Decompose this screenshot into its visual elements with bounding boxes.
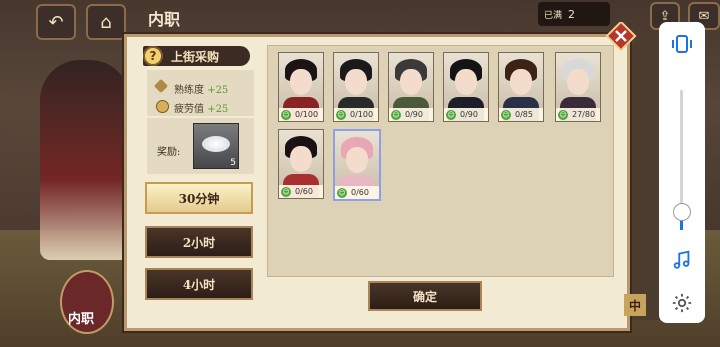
fatigue-value: 0/100 (350, 110, 374, 119)
mood-icon: ☺ (281, 186, 291, 197)
fatigue-strip: ☺ 0/85 (499, 108, 543, 121)
vibrate-icon (672, 35, 692, 53)
vibrate-toggle[interactable] (668, 30, 696, 58)
character-card[interactable]: ☺ 0/90 (443, 52, 489, 122)
music-note-icon (673, 250, 690, 269)
duration-30min-button[interactable]: 30分钟 (145, 182, 253, 214)
inner-duty-label: 内职 (68, 312, 95, 327)
fatigue-strip: ☺ 0/100 (279, 108, 323, 121)
mood-icon: ☺ (336, 109, 346, 120)
character-card[interactable]: ☺ 0/60 (333, 129, 381, 201)
mood-icon: ☺ (337, 187, 347, 198)
background-character (40, 60, 130, 260)
character-face (567, 69, 589, 95)
mood-icon: ☺ (501, 109, 511, 120)
fatigue-strip: ☺ 0/60 (335, 186, 379, 199)
confirm-button[interactable]: 确定 (368, 281, 482, 311)
reward-item[interactable]: 5 (193, 123, 239, 169)
mood-icon: ☺ (281, 109, 291, 120)
mood-icon: ☺ (446, 109, 456, 120)
character-face (510, 69, 532, 95)
back-button[interactable]: ↶ (36, 4, 76, 40)
mood-icon: ☺ (558, 109, 568, 120)
mood-icon: ☺ (391, 109, 401, 120)
duration-2h-button[interactable]: 2小时 (145, 226, 253, 258)
resource-counter: 已满 2 (538, 2, 610, 26)
fatigue-value: 0/100 (295, 110, 319, 119)
character-card[interactable]: ☺ 0/90 (388, 52, 434, 122)
character-card[interactable]: ☺ 0/100 (278, 52, 324, 122)
reward-count: 5 (230, 158, 236, 168)
back-arrow-icon: ↶ (48, 11, 64, 33)
character-face (290, 69, 312, 95)
question-icon[interactable]: ? (143, 46, 163, 66)
fatigue-strip: ☺ 27/80 (556, 108, 600, 121)
media-volume-button[interactable] (668, 246, 696, 274)
right-edge-panel (630, 40, 660, 320)
character-card[interactable]: ☺ 0/85 (498, 52, 544, 122)
character-card[interactable]: ☺ 0/60 (278, 129, 324, 199)
close-button[interactable] (604, 22, 638, 52)
fatigue-strip: ☺ 0/90 (389, 108, 433, 121)
fatigue-icon (156, 100, 169, 113)
character-face (346, 147, 368, 173)
gear-icon (672, 293, 692, 313)
character-card[interactable]: ☺ 0/100 (333, 52, 379, 122)
page-title: 内职 (148, 10, 181, 29)
character-card[interactable]: ☺ 27/80 (555, 52, 601, 122)
home-icon: ⌂ (100, 11, 112, 33)
home-button[interactable]: ⌂ (86, 4, 126, 40)
stamp-badge: 中 (624, 294, 646, 316)
mail-icon: ✉ (698, 8, 710, 24)
fatigue-value: 27/80 (572, 110, 596, 119)
fatigue-value: 0/90 (460, 110, 478, 119)
character-face (455, 69, 477, 95)
fatigue-strip: ☺ 0/60 (279, 185, 323, 198)
fatigue-strip: ☺ 0/90 (444, 108, 488, 121)
character-face (400, 69, 422, 95)
fatigue-value: 0/90 (405, 110, 423, 119)
proficiency-value: +25 (207, 85, 229, 96)
proficiency-stat: 熟练度 +25 (174, 81, 228, 96)
resource-label: 已满 (544, 10, 563, 21)
fatigue-stat: 疲劳值 +25 (174, 100, 228, 115)
duration-4h-button[interactable]: 4小时 (145, 268, 253, 300)
character-face (345, 69, 367, 95)
reward-label: 奖励: (157, 147, 181, 158)
fatigue-label: 疲劳值 (174, 104, 204, 115)
salt-icon (202, 136, 230, 152)
fatigue-value: 0/60 (351, 188, 369, 197)
proficiency-label: 熟练度 (174, 85, 204, 96)
fatigue-value: 0/60 (295, 187, 313, 196)
fatigue-value: 0/85 (515, 110, 533, 119)
sound-settings-button[interactable] (668, 289, 696, 317)
volume-slider-knob[interactable] (673, 203, 691, 221)
fatigue-value: +25 (207, 104, 229, 115)
character-face (290, 146, 312, 172)
fatigue-strip: ☺ 0/100 (334, 108, 378, 121)
resource-value: 2 (568, 7, 576, 21)
